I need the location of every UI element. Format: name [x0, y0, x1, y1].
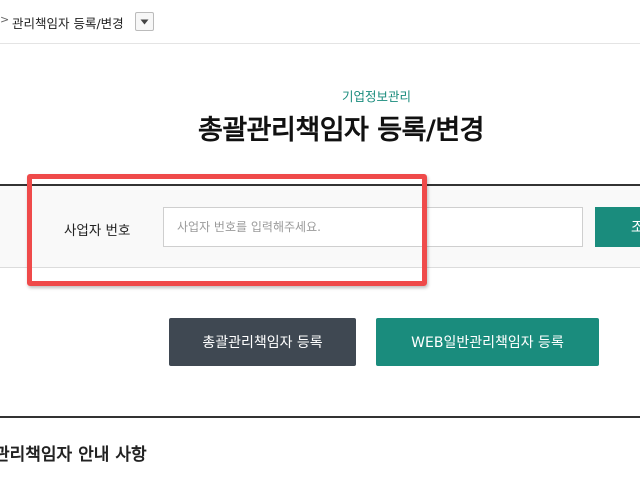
section-divider: [0, 416, 640, 418]
breadcrumb: > 관리책임자 등록/변경: [0, 0, 640, 44]
register-web-manager-button[interactable]: WEB일반관리책임자 등록: [376, 318, 599, 366]
page-subtitle: 기업정보관리: [342, 89, 412, 104]
breadcrumb-current[interactable]: 관리책임자 등록/변경: [12, 13, 124, 32]
business-number-input[interactable]: [163, 207, 583, 247]
chevron-right-icon: >: [0, 13, 10, 26]
page: > 관리책임자 등록/변경 기업정보관리 총괄관리책임자 등록/변경 사업자 번…: [0, 0, 640, 480]
notice-heading: 관리책임자 안내 사항: [0, 445, 147, 465]
chevron-down-icon: [140, 19, 149, 24]
business-number-label: 사업자 번호: [64, 223, 131, 239]
search-panel: 사업자 번호 조회: [0, 184, 640, 268]
search-button[interactable]: 조회: [595, 207, 640, 247]
register-general-manager-button[interactable]: 총괄관리책임자 등록: [169, 318, 356, 366]
page-title: 총괄관리책임자 등록/변경: [198, 115, 485, 146]
breadcrumb-dropdown-button[interactable]: [135, 12, 154, 31]
